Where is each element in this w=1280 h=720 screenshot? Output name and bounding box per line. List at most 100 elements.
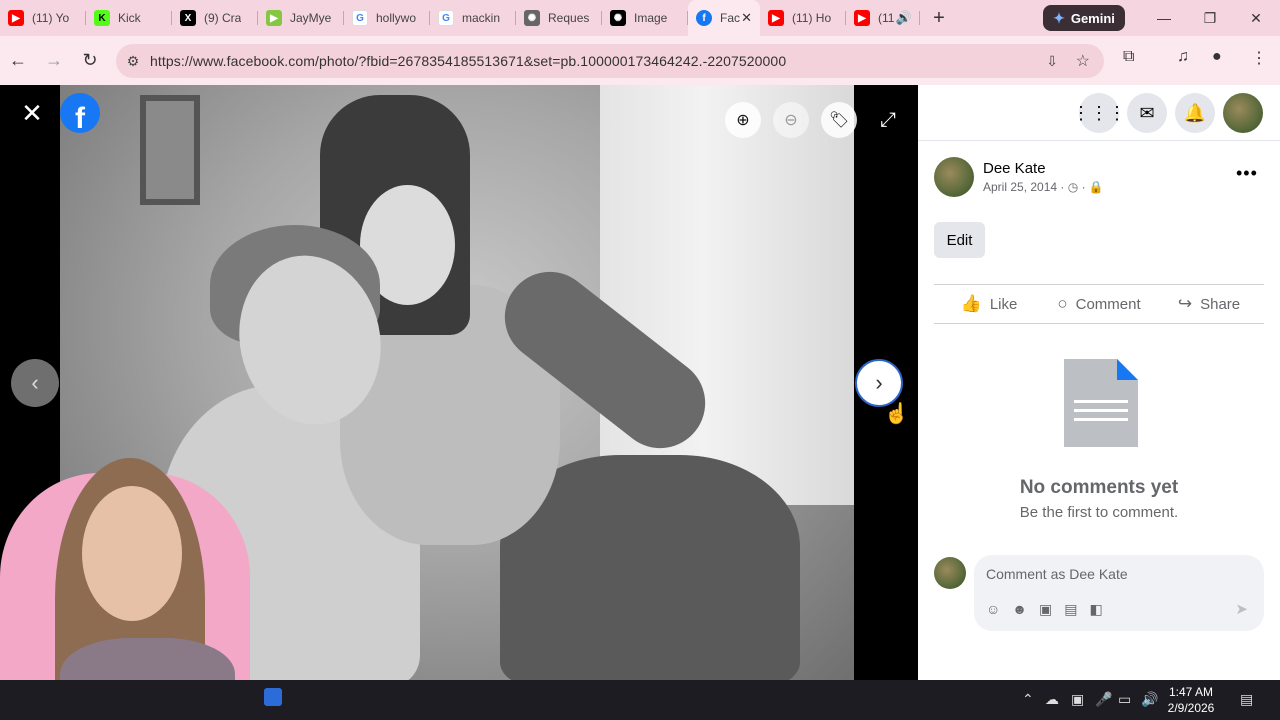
zoom-out-icon[interactable]: ⊖ — [773, 102, 809, 138]
comment-tools: ☺ ☻ ▣ ▤ ◧ — [986, 601, 1103, 618]
separator-dot: · — [1081, 180, 1089, 194]
microphone-icon[interactable]: 🎤 — [1095, 691, 1112, 708]
previous-photo-button[interactable]: ‹ — [11, 359, 59, 407]
thumbs-up-icon: 👍 — [960, 294, 982, 313]
youtube-icon: ▶ — [854, 10, 870, 26]
post-details-panel: ⋮⋮⋮ ✉ 🔔 Dee Kate April 25, 2014 · ◷ · 🔒 … — [918, 85, 1280, 680]
gemini-star-icon: ✦ — [1053, 9, 1065, 26]
post-date[interactable]: April 25, 2014 — [983, 180, 1057, 194]
hand-cursor-icon: ☝ — [884, 403, 909, 425]
comment-composer[interactable]: Comment as Dee Kate ☺ ☻ ▣ ▤ ◧ ➤ — [974, 555, 1264, 631]
kick-icon: K — [94, 10, 110, 26]
tab-youtube-3[interactable]: ▶ (11 🔊 — [846, 0, 920, 36]
install-app-icon[interactable]: ⇩ — [1046, 53, 1058, 70]
comment-button[interactable]: ○ Comment — [1044, 285, 1154, 323]
new-tab-button[interactable]: + — [924, 0, 954, 36]
onedrive-icon[interactable]: ☁ — [1045, 691, 1059, 708]
google-icon: G — [352, 10, 368, 26]
messenger-icon[interactable]: ✉ — [1127, 93, 1167, 133]
system-clock[interactable]: 1:47 AM 2/9/2026 — [1160, 684, 1222, 716]
tag-icon[interactable]: 🏷 — [821, 102, 857, 138]
tray-chevron-icon[interactable]: ⌃ — [1022, 691, 1034, 708]
bookmark-star-icon[interactable]: ☆ — [1076, 51, 1090, 71]
zoom-in-icon[interactable]: ⊕ — [725, 102, 761, 138]
media-control-icon[interactable]: ♫ — [1177, 48, 1189, 66]
speaker-icon[interactable]: 🔊 — [896, 10, 912, 26]
windows-taskbar: ⌃ ☁ ▣ 🎤 ▭ 🔊 1:47 AM 2/9/2026 ▤ — [0, 680, 1280, 720]
document-line — [1074, 418, 1128, 421]
share-arrow-icon: ↪ — [1177, 294, 1193, 313]
x-logo-icon: X — [180, 10, 196, 26]
menu-grid-icon[interactable]: ⋮⋮⋮ — [1072, 93, 1126, 133]
gif-icon[interactable]: ▤ — [1064, 601, 1077, 618]
comment-input[interactable]: Comment as Dee Kate — [986, 566, 1128, 582]
facebook-logo-icon[interactable]: f — [60, 93, 100, 133]
clock-time: 1:47 AM — [1168, 685, 1214, 699]
like-button[interactable]: 👍 Like — [934, 285, 1044, 323]
network-icon[interactable]: ▭ — [1118, 691, 1131, 708]
close-window-button[interactable]: ✕ — [1233, 0, 1279, 36]
tab-x[interactable]: X (9) Cra — [172, 0, 258, 36]
separator-dot: · — [1060, 180, 1068, 194]
forward-button[interactable]: → — [36, 43, 72, 79]
account-avatar[interactable] — [1223, 93, 1263, 133]
author-avatar[interactable] — [934, 157, 974, 197]
lock-icon: 🔒 — [1088, 180, 1104, 194]
share-button[interactable]: ↪ Share — [1154, 285, 1264, 323]
extensions-icon[interactable]: ⧉ — [1123, 48, 1134, 66]
edit-button[interactable]: Edit — [934, 222, 985, 258]
notifications-bell-icon[interactable]: 🔔 — [1175, 93, 1215, 133]
clock-date: 2/9/2026 — [1167, 701, 1215, 715]
close-tab-icon[interactable]: ✕ — [741, 10, 752, 26]
no-comments-title: No comments yet — [1019, 477, 1179, 498]
avatar-sticker-icon[interactable]: ☺ — [986, 601, 1000, 618]
facebook-icon: f — [696, 10, 712, 26]
document-line — [1074, 409, 1128, 412]
tab-youtube-1[interactable]: ▶ (11) Yo — [0, 0, 86, 36]
reload-button[interactable]: ↻ — [72, 43, 108, 79]
tab-google-1[interactable]: Ghollywo — [344, 0, 430, 36]
camera-icon[interactable]: ▣ — [1039, 601, 1052, 618]
gemini-button[interactable]: ✦ Gemini — [1043, 5, 1125, 31]
openai-icon: ✺ — [610, 10, 626, 26]
url-text[interactable]: https://www.facebook.com/photo/?fbid=267… — [150, 53, 786, 69]
fullscreen-icon[interactable]: ⤢ — [870, 102, 906, 138]
emoji-icon[interactable]: ☻ — [1012, 601, 1027, 618]
site-settings-icon[interactable]: ⚙ — [116, 53, 150, 70]
facebook-top-nav: ⋮⋮⋮ ✉ 🔔 — [918, 85, 1280, 141]
openai-icon: ✺ — [524, 10, 540, 26]
menu-kebab-icon[interactable]: ⋮ — [1251, 48, 1267, 68]
profile-icon[interactable]: ● — [1212, 48, 1222, 66]
volume-icon[interactable]: 🔊 — [1141, 691, 1158, 708]
back-button[interactable]: ← — [0, 43, 36, 79]
post-actions: 👍 Like ○ Comment ↪ Share — [934, 284, 1264, 324]
post-date-line: April 25, 2014 · ◷ · 🔒 — [983, 180, 1104, 194]
notification-center-icon[interactable]: ▤ — [1240, 691, 1253, 708]
google-icon: G — [438, 10, 454, 26]
rumble-icon: ▶ — [266, 10, 282, 26]
restore-button[interactable]: ❐ — [1187, 0, 1233, 36]
comment-bubble-icon: ○ — [1057, 294, 1068, 313]
address-bar[interactable]: ⚙ https://www.facebook.com/photo/?fbid=2… — [116, 44, 1104, 78]
tab-facebook-active[interactable]: f Fac ✕ — [688, 0, 760, 36]
tab-youtube-2[interactable]: ▶ (11) Ho — [760, 0, 846, 36]
sticker-icon[interactable]: ◧ — [1090, 601, 1103, 618]
document-line — [1074, 400, 1128, 403]
youtube-icon: ▶ — [8, 10, 24, 26]
tab-google-2[interactable]: Gmackin — [430, 0, 516, 36]
author-name[interactable]: Dee Kate — [983, 160, 1046, 177]
send-icon[interactable]: ➤ — [1235, 600, 1248, 618]
tab-kick[interactable]: K Kick — [86, 0, 172, 36]
commenter-avatar[interactable] — [934, 557, 966, 589]
minimize-button[interactable]: — — [1141, 0, 1187, 36]
next-photo-button[interactable]: › — [855, 359, 903, 407]
tab-image[interactable]: ✺ Image — [602, 0, 688, 36]
tray-app-icon[interactable]: ▣ — [1071, 691, 1084, 708]
tab-rumble[interactable]: ▶ JayMye — [258, 0, 344, 36]
youtube-icon: ▶ — [768, 10, 784, 26]
close-viewer-icon[interactable]: ✕ — [18, 98, 46, 128]
taskbar-app-icon[interactable] — [264, 688, 282, 706]
tab-requests[interactable]: ✺ Reques — [516, 0, 602, 36]
no-comments-subtitle: Be the first to comment. — [1019, 504, 1179, 521]
more-options-icon[interactable]: ••• — [1236, 163, 1258, 184]
